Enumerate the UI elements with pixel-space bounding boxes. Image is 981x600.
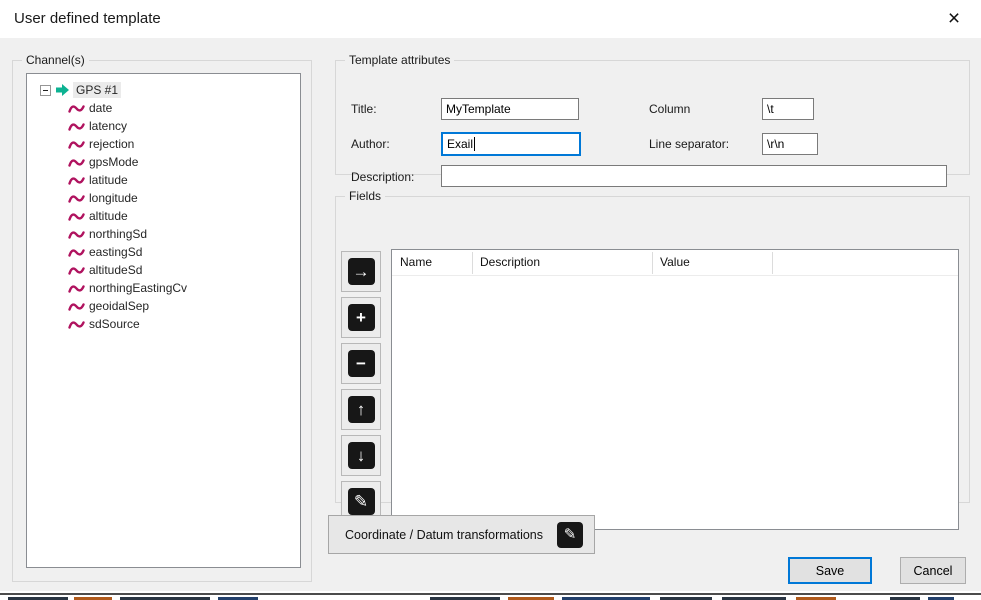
channel-arrow-icon (55, 83, 70, 97)
wave-icon (68, 318, 86, 330)
title-value: MyTemplate (446, 102, 511, 116)
wave-icon (68, 138, 86, 150)
tree-item-northingSd[interactable]: northingSd (27, 225, 300, 243)
coordinate-datum-button[interactable]: Coordinate / Datum transformations ✎ (328, 515, 595, 554)
wave-icon (68, 228, 86, 240)
template-attributes-label: Template attributes (345, 53, 454, 67)
tree-item-gps1[interactable]: GPS #1 (27, 81, 300, 99)
tree-item-altitude[interactable]: altitude (27, 207, 300, 225)
fields-table-header: Name Description Value (392, 250, 958, 276)
tree-item-label[interactable]: latitude (89, 173, 128, 187)
minus-icon: − (348, 350, 375, 377)
tree-item-label[interactable]: altitudeSd (89, 263, 142, 277)
wave-icon (68, 282, 86, 294)
tree-item-geoidalSep[interactable]: geoidalSep (27, 297, 300, 315)
header-description[interactable]: Description (480, 255, 540, 269)
line-separator-label: Line separator: (649, 137, 729, 151)
fields-group: Fields →+−↑↓✎ Name Description Value (335, 196, 970, 503)
tree-children: date latency rejection gpsMode latitude longi… (27, 99, 300, 333)
move-up-button[interactable]: ↑ (341, 389, 381, 430)
coordinate-datum-label: Coordinate / Datum transformations (345, 528, 543, 542)
header-separator (772, 252, 773, 274)
arrow-down-icon: ↓ (348, 442, 375, 469)
tree-item-sdSource[interactable]: sdSource (27, 315, 300, 333)
cancel-label: Cancel (914, 564, 953, 578)
tree-item-label[interactable]: eastingSd (89, 245, 142, 259)
wave-icon (68, 120, 86, 132)
wave-icon (68, 102, 86, 114)
wave-icon (68, 246, 86, 258)
header-separator (472, 252, 473, 274)
column-value: \t (767, 102, 774, 116)
close-icon[interactable]: × (939, 4, 969, 34)
header-separator (652, 252, 653, 274)
title-input[interactable]: MyTemplate (441, 98, 579, 120)
wave-icon (68, 174, 86, 186)
dialog-title: User defined template (14, 10, 161, 27)
tree-item-label[interactable]: gpsMode (89, 155, 138, 169)
arrow-right-icon: → (348, 258, 375, 285)
titlebar[interactable]: User defined template × (0, 0, 981, 38)
background-window-edge (0, 593, 981, 595)
pencil-icon: ✎ (348, 488, 375, 515)
tree-item-eastingSd[interactable]: eastingSd (27, 243, 300, 261)
title-label: Title: (351, 102, 377, 116)
channels-group: Channel(s) GPS #1 datelatencyrejectiongp… (12, 60, 312, 582)
line-separator-value: \r\n (767, 137, 784, 151)
column-label: Column (649, 102, 690, 116)
tree-item-label[interactable]: northingSd (89, 227, 147, 241)
tree-item-latitude[interactable]: latitude (27, 171, 300, 189)
header-value[interactable]: Value (660, 255, 690, 269)
tree-item-gpsMode[interactable]: gpsMode (27, 153, 300, 171)
tree-item-label[interactable]: latency (89, 119, 127, 133)
text-caret (474, 137, 475, 151)
remove-field-button[interactable]: − (341, 343, 381, 384)
wave-icon (68, 192, 86, 204)
tree-item-rejection[interactable]: rejection (27, 135, 300, 153)
fields-group-label: Fields (345, 189, 385, 203)
tree-item-date[interactable]: date (27, 99, 300, 117)
tree-item-label[interactable]: altitude (89, 209, 128, 223)
description-label: Description: (351, 170, 414, 184)
wave-icon (68, 264, 86, 276)
tree-item-label[interactable]: longitude (89, 191, 138, 205)
clipped-background-window (0, 591, 981, 600)
tree-item-label[interactable]: date (89, 101, 112, 115)
move-right-button[interactable]: → (341, 251, 381, 292)
wave-icon (68, 300, 86, 312)
tree-item-label[interactable]: GPS #1 (73, 82, 121, 98)
pencil-icon: ✎ (557, 522, 583, 548)
wave-icon (68, 156, 86, 168)
dialog-body: Channel(s) GPS #1 date latency rejection gp… (0, 38, 981, 591)
tree-item-label[interactable]: geoidalSep (89, 299, 149, 313)
save-button[interactable]: Save (788, 557, 872, 584)
tree-item-longitude[interactable]: longitude (27, 189, 300, 207)
tree-item-northingEastingCv[interactable]: northingEastingCv (27, 279, 300, 297)
add-field-button[interactable]: + (341, 297, 381, 338)
channels-tree[interactable]: GPS #1 date latency rejection gpsMode latitu… (26, 73, 301, 568)
header-name[interactable]: Name (400, 255, 432, 269)
wave-icon (68, 210, 86, 222)
tree-item-label[interactable]: northingEastingCv (89, 281, 187, 295)
user-defined-template-dialog: User defined template × Channel(s) GPS #… (0, 0, 981, 600)
arrow-up-icon: ↑ (348, 396, 375, 423)
template-attributes-group: Template attributes Title: MyTemplate Co… (335, 60, 970, 175)
save-label: Save (816, 564, 845, 578)
cancel-button[interactable]: Cancel (900, 557, 966, 584)
tree-item-label[interactable]: sdSource (89, 317, 140, 331)
plus-icon: + (348, 304, 375, 331)
fields-table[interactable]: Name Description Value (391, 249, 959, 530)
author-input[interactable]: Exail (441, 132, 581, 156)
tree-item-label[interactable]: rejection (89, 137, 134, 151)
line-separator-input[interactable]: \r\n (762, 133, 818, 155)
move-down-button[interactable]: ↓ (341, 435, 381, 476)
channels-group-label: Channel(s) (22, 53, 89, 67)
author-value: Exail (447, 137, 473, 151)
tree-item-latency[interactable]: latency (27, 117, 300, 135)
column-input[interactable]: \t (762, 98, 814, 120)
tree-expander-icon[interactable] (40, 85, 51, 96)
tree-item-altitudeSd[interactable]: altitudeSd (27, 261, 300, 279)
author-label: Author: (351, 137, 390, 151)
description-input[interactable] (441, 165, 947, 187)
